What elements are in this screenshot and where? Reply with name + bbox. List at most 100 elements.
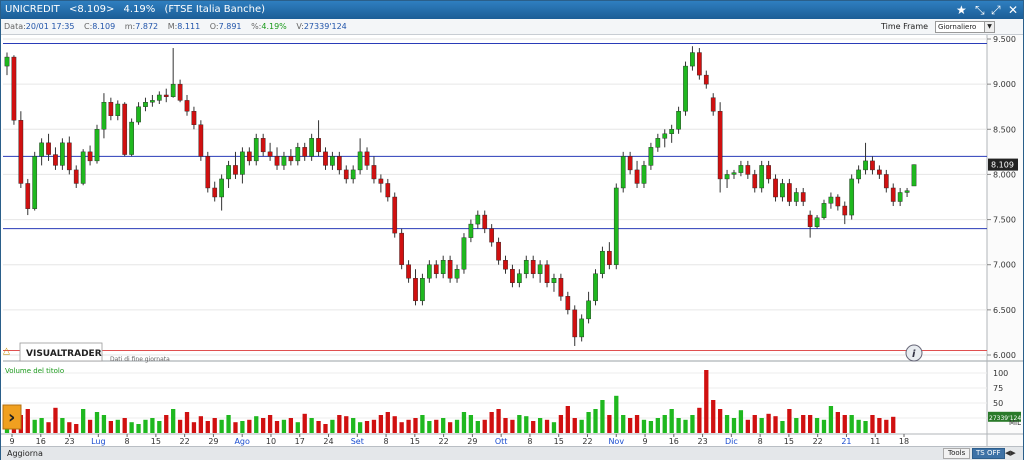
price-chart[interactable]: 9.500 9.000 8.500 8.000 7.500 7.000 6.500 6.000… <box>1 35 1023 446</box>
volume-bar <box>434 419 439 433</box>
candle-body <box>122 103 128 155</box>
time-tick-label: Set <box>351 437 364 446</box>
close-icon[interactable]: ✕ <box>1008 1 1018 19</box>
volume-bar <box>60 418 65 433</box>
volume-bar <box>634 415 640 433</box>
candle-body <box>378 178 384 184</box>
volume-bar <box>600 400 605 433</box>
candle-body <box>530 259 536 274</box>
collapse-arrows-icon[interactable]: ◀▶ <box>1005 447 1016 460</box>
time-tick-label: 16 <box>36 437 46 446</box>
candle-body <box>454 269 460 279</box>
candle-body <box>904 190 910 193</box>
candle-body <box>53 154 58 166</box>
volume-bar <box>503 418 508 433</box>
candle-body <box>281 156 287 166</box>
volume-bar <box>531 421 536 433</box>
candle-body <box>468 223 474 238</box>
candle-body <box>641 165 647 184</box>
volume-bar <box>240 421 245 433</box>
restore-icon[interactable]: ⤡ <box>975 1 985 19</box>
volume-bar <box>171 409 176 433</box>
star-icon[interactable]: ★ <box>956 1 967 19</box>
candle-body <box>253 138 259 162</box>
volume-bar <box>364 421 370 433</box>
candle-body <box>870 160 875 171</box>
volume-bar <box>641 419 647 433</box>
time-tick-label: Nov <box>608 437 624 446</box>
volume-bar <box>565 406 570 433</box>
volume-bar <box>351 418 356 433</box>
pct-value: 4.19% <box>261 22 287 31</box>
price-tick-label: 8.000 <box>993 170 1016 179</box>
volume-bar <box>25 409 30 433</box>
candle-body <box>579 318 585 338</box>
ts-off-button[interactable]: TS OFF <box>972 448 1005 459</box>
candle-body <box>890 187 896 202</box>
volume-bar <box>884 419 889 433</box>
time-tick-label: 15 <box>554 437 564 446</box>
chevron-down-icon[interactable]: ▼ <box>984 22 994 32</box>
candle-body <box>330 156 335 166</box>
candle-body <box>662 133 668 139</box>
candle-body <box>115 103 121 116</box>
volume-bar <box>420 415 425 433</box>
candle-body <box>233 165 238 175</box>
time-tick-label: 23 <box>697 437 707 446</box>
expand-icon[interactable]: ⤢ <box>991 1 1001 19</box>
candle-body <box>544 264 550 283</box>
data-source-label: Dati di fine giornata <box>110 356 170 363</box>
volume-bar <box>807 415 813 433</box>
volume-bar <box>157 421 162 433</box>
candle-body <box>129 121 134 155</box>
timeframe-select[interactable]: Giornaliero ▼ <box>935 21 995 33</box>
candle-body <box>849 178 855 216</box>
refresh-button[interactable]: Aggiorna <box>3 447 47 460</box>
volume-bar <box>856 419 861 433</box>
volume-bar <box>295 422 300 433</box>
tools-button[interactable]: Tools <box>943 448 971 459</box>
time-tick-label: 9 <box>9 437 14 446</box>
volume-bar <box>614 395 619 433</box>
volume-bar <box>184 412 190 433</box>
candle-body <box>343 169 349 180</box>
candle-body <box>669 129 675 134</box>
candle-body <box>911 164 917 187</box>
candle-body <box>302 147 308 157</box>
volume-bar <box>738 410 744 433</box>
date-label: Data: <box>4 22 26 31</box>
volume-bar <box>835 412 840 433</box>
volume-bar <box>607 415 612 433</box>
candle-body <box>80 151 86 184</box>
candle-body <box>226 165 231 180</box>
candle-body <box>267 151 273 157</box>
volume-tick-label: 75 <box>993 384 1003 393</box>
volume-bar <box>711 400 716 433</box>
volume-value: 27339'124 <box>303 22 347 31</box>
volume-bar <box>489 412 494 433</box>
candle-body <box>600 250 605 274</box>
open-value: 7.891 <box>218 22 242 31</box>
candle-body <box>371 165 377 180</box>
candle-body <box>634 169 640 184</box>
volume-bar <box>136 424 141 433</box>
price-tick-label: 7.000 <box>993 261 1016 270</box>
volume-bar <box>801 415 806 433</box>
volume-bar <box>316 421 321 433</box>
candle-body <box>170 83 176 97</box>
info-icon-glyph: i <box>912 349 916 360</box>
candle-body <box>517 273 522 283</box>
candle-body <box>316 138 321 153</box>
candle-body <box>814 217 820 227</box>
candle-body <box>503 259 508 270</box>
candle-body <box>288 156 294 162</box>
candle-body <box>766 165 771 180</box>
time-tick-label: 21 <box>841 437 851 446</box>
price-tick-label: 9.000 <box>993 80 1016 89</box>
candle-body <box>842 205 848 216</box>
candle-body <box>205 156 211 189</box>
volume-unit-label: MIL <box>1009 419 1021 427</box>
volume-bar <box>621 415 626 433</box>
volume-bar <box>870 415 875 433</box>
min-value: 7.872 <box>135 22 159 31</box>
